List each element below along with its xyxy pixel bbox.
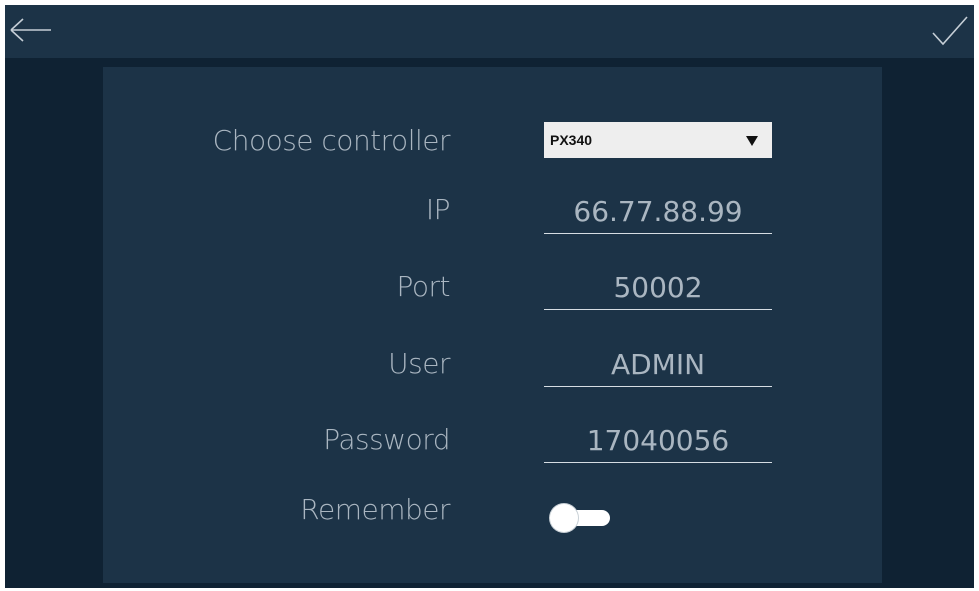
controller-select[interactable]: PX340 [544,122,772,158]
confirm-button[interactable] [930,13,970,49]
controller-select-value: PX340 [550,132,593,148]
settings-panel: Choose controller PX340 IP 66.77.88.99 P… [103,67,882,583]
arrow-left-icon [10,18,51,42]
ip-label: IP [425,193,451,226]
remember-toggle[interactable] [550,504,612,532]
ip-field[interactable]: 66.77.88.99 [544,191,772,234]
password-label: Password [323,423,450,456]
user-label: User [388,347,450,380]
checkmark-icon [932,16,968,46]
port-field[interactable]: 50002 [544,267,772,310]
back-button[interactable] [9,15,53,45]
password-field[interactable]: 17040056 [544,420,772,463]
top-bar [5,5,974,58]
toggle-knob [550,504,578,532]
user-field[interactable]: ADMIN [544,344,772,387]
remember-label: Remember [300,493,450,526]
app-window: Choose controller PX340 IP 66.77.88.99 P… [5,5,974,588]
dropdown-arrow-icon [746,136,758,146]
controller-label: Choose controller [212,124,451,157]
port-label: Port [396,270,450,303]
